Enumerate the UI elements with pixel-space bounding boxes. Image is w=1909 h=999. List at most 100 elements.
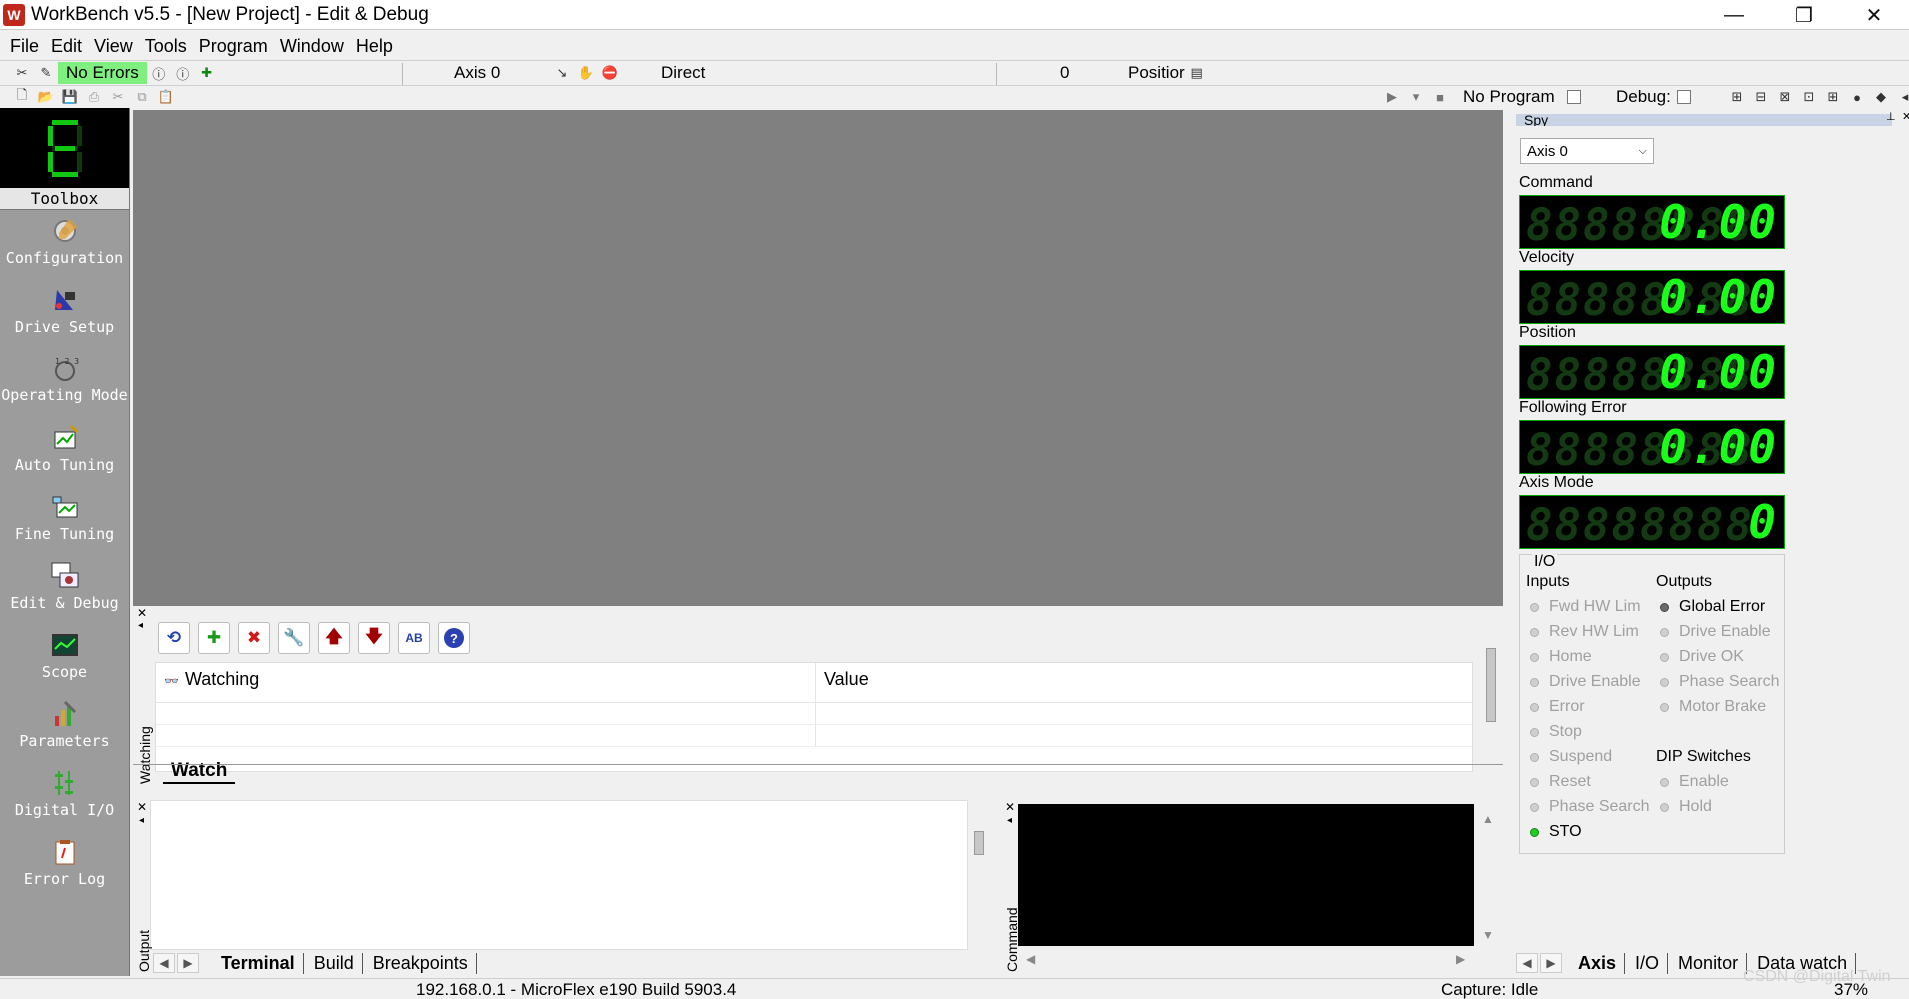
toolbox-item-operating-mode[interactable]: 1 2 3 Operating Mode xyxy=(0,348,129,417)
open-folder-icon[interactable]: 📂 xyxy=(38,89,54,105)
pin-icon[interactable]: ◂ xyxy=(138,620,143,631)
copy-icon[interactable]: ⧉ xyxy=(134,89,150,105)
pin-icon[interactable]: ◂ xyxy=(139,815,144,826)
cut-icon[interactable]: ✂ xyxy=(110,89,126,105)
add-watch-button[interactable]: ✚ xyxy=(198,622,230,654)
close-button[interactable]: ✕ xyxy=(1839,0,1909,30)
arrow-icon[interactable]: ↘ xyxy=(554,65,570,81)
toolbox-item-digital-io[interactable]: Digital I/O xyxy=(0,762,129,831)
debug-run-to-icon[interactable]: ⊞ xyxy=(1825,89,1841,105)
toolbox-item-fine-tuning[interactable]: Fine Tuning xyxy=(0,486,129,555)
dropdown-icon[interactable]: ▾ xyxy=(1408,89,1424,105)
close-icon[interactable]: ✕ xyxy=(137,606,147,620)
watching-side-label[interactable]: Watching xyxy=(137,726,153,784)
debug-diamond-icon[interactable]: ◆ xyxy=(1873,89,1889,105)
menu-file[interactable]: File xyxy=(10,36,39,57)
mode-label[interactable]: Direct xyxy=(661,63,705,83)
program-toggle-icon[interactable] xyxy=(1566,90,1581,104)
tab-build[interactable]: Build xyxy=(306,952,363,974)
scroll-up-icon[interactable]: ▲ xyxy=(1482,812,1494,826)
debug-checkbox[interactable] xyxy=(1676,90,1691,104)
command-pane[interactable] xyxy=(1018,804,1474,946)
move-up-button[interactable]: 🡅 xyxy=(318,622,350,654)
help-button[interactable]: ? xyxy=(438,622,470,654)
info-icon[interactable]: ⓘ xyxy=(151,65,167,82)
editor-area[interactable] xyxy=(133,110,1503,606)
maximize-button[interactable]: ❐ xyxy=(1769,0,1839,30)
close-icon[interactable]: ✕ xyxy=(1005,800,1015,814)
refresh-watch-button[interactable]: ⟲ xyxy=(158,622,190,654)
axis-select[interactable]: Axis 0 ⌵ xyxy=(1520,138,1654,164)
toolbox-item-auto-tuning[interactable]: Auto Tuning xyxy=(0,417,129,486)
command-label: Command xyxy=(1519,174,1593,191)
debug-arrow-icon[interactable]: ◂ xyxy=(1897,89,1909,105)
menu-view[interactable]: View xyxy=(94,36,133,57)
menu-program[interactable]: Program xyxy=(199,36,268,57)
scroll-right-icon[interactable]: ▶ xyxy=(1540,953,1562,973)
close-icon[interactable]: ✕ xyxy=(1902,110,1909,123)
eraser-icon[interactable]: ✎ xyxy=(38,65,54,81)
toolbox-item-parameters[interactable]: Parameters xyxy=(0,693,129,762)
scroll-right-icon[interactable]: ▶ xyxy=(177,953,199,973)
command-side-label[interactable]: Command xyxy=(1004,907,1020,972)
axis-label[interactable]: Axis 0 xyxy=(454,63,500,83)
move-down-button[interactable]: 🡇 xyxy=(358,622,390,654)
output-side-label[interactable]: Output xyxy=(136,930,152,972)
toolbox-item-error-log[interactable]: Error Log xyxy=(0,831,129,900)
toolbox-item-configuration[interactable]: Configuration xyxy=(0,210,129,279)
menu-edit[interactable]: Edit xyxy=(51,36,82,57)
table-row[interactable] xyxy=(156,703,1472,725)
paste-icon[interactable]: 📋 xyxy=(158,89,174,105)
hand-icon[interactable]: ✋ xyxy=(578,65,594,81)
menu-tools[interactable]: Tools xyxy=(145,36,187,57)
stop-icon[interactable]: ⛔ xyxy=(602,65,618,81)
scroll-down-icon[interactable]: ▼ xyxy=(1482,928,1494,942)
tab-monitor[interactable]: Monitor xyxy=(1670,952,1748,974)
pin-icon[interactable]: ◂ xyxy=(1007,815,1012,826)
close-icon[interactable]: ✕ xyxy=(137,800,147,814)
error-status[interactable]: No Errors xyxy=(58,62,147,84)
debug-step-icon[interactable]: ⊞ xyxy=(1729,89,1745,105)
debug-step-over-icon[interactable]: ⊟ xyxy=(1753,89,1769,105)
menu-help[interactable]: Help xyxy=(356,36,393,57)
scrollbar[interactable] xyxy=(974,831,984,855)
tools-icon[interactable]: ✂ xyxy=(14,65,30,81)
output-pane[interactable] xyxy=(150,800,984,950)
edit-watch-button[interactable]: 🔧 xyxy=(278,622,310,654)
tab-terminal[interactable]: Terminal xyxy=(213,952,304,974)
app-icon: W xyxy=(3,3,25,26)
scroll-right-icon[interactable]: ▶ xyxy=(1456,952,1465,966)
scrollbar[interactable] xyxy=(1486,648,1496,722)
new-file-icon[interactable]: 🗋 xyxy=(14,87,30,105)
program-label[interactable]: No Program xyxy=(1463,87,1555,107)
minimize-button[interactable]: — xyxy=(1699,0,1769,30)
value-column-header[interactable]: Value xyxy=(816,663,877,702)
scroll-left-icon[interactable]: ◀ xyxy=(1516,953,1538,973)
tab-io[interactable]: I/O xyxy=(1627,952,1669,974)
alert-icon[interactable]: ⓘ xyxy=(175,65,191,82)
table-row[interactable] xyxy=(156,725,1472,747)
tab-axis[interactable]: Axis xyxy=(1570,952,1626,974)
debug-step-out-icon[interactable]: ⊡ xyxy=(1801,89,1817,105)
scroll-left-icon[interactable]: ◀ xyxy=(1026,952,1035,966)
delete-watch-button[interactable]: ✖ xyxy=(238,622,270,654)
save-icon[interactable]: 💾 xyxy=(62,89,78,105)
tab-breakpoints[interactable]: Breakpoints xyxy=(365,952,477,974)
toolbox-item-drive-setup[interactable]: Drive Setup xyxy=(0,279,129,348)
menu-window[interactable]: Window xyxy=(280,36,344,57)
print-icon[interactable]: ⎙ xyxy=(86,89,102,105)
scroll-left-icon[interactable]: ◀ xyxy=(153,953,175,973)
inputs-label: Inputs xyxy=(1526,573,1570,590)
debug-breakpoint-icon[interactable]: ● xyxy=(1849,89,1865,105)
debug-step-into-icon[interactable]: ⊠ xyxy=(1777,89,1793,105)
toolbox-item-scope[interactable]: Scope xyxy=(0,624,129,693)
format-button[interactable]: AB xyxy=(398,622,430,654)
run-icon[interactable]: ▶ xyxy=(1384,89,1400,105)
add-icon[interactable]: ✚ xyxy=(199,65,215,81)
document-icon[interactable]: ▤ xyxy=(1189,65,1205,81)
watching-column-header[interactable]: Watching xyxy=(185,669,259,689)
stop-square-icon[interactable]: ■ xyxy=(1432,89,1448,105)
digital-io-icon xyxy=(50,768,80,798)
toolbox-item-edit-debug[interactable]: Edit & Debug xyxy=(0,555,129,624)
pin-icon[interactable]: ⊥ xyxy=(1886,110,1896,123)
